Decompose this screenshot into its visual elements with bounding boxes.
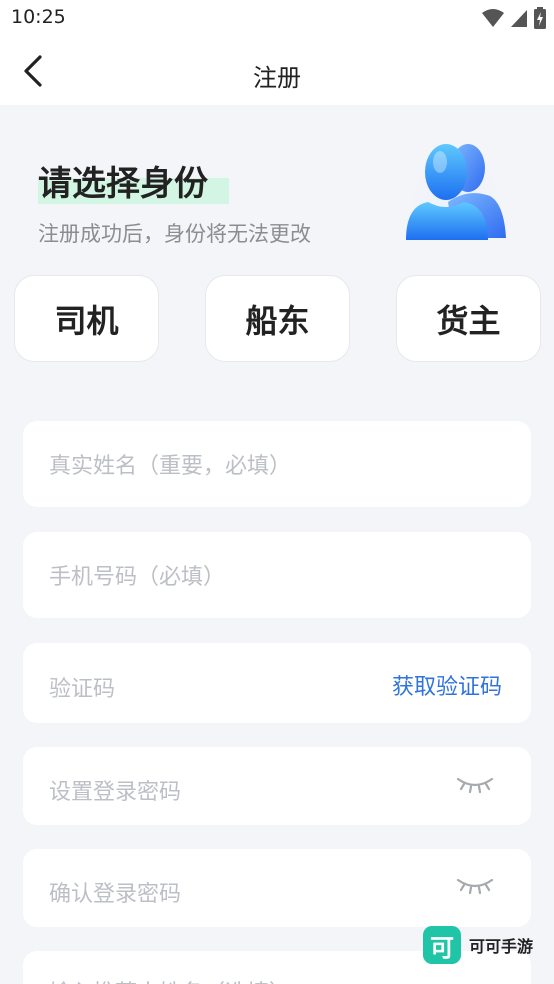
nav-bar: 注册 (0, 38, 554, 105)
battery-icon (534, 7, 546, 29)
confirm-password-placeholder: 确认登录密码 (49, 882, 182, 907)
phone-placeholder: 手机号码（必填） (49, 565, 226, 590)
name-field[interactable]: 真实姓名（重要，必填） (23, 421, 531, 507)
identity-heading: 请选择身份 (38, 164, 208, 204)
eye-closed-icon[interactable] (455, 875, 495, 897)
wifi-icon (482, 9, 504, 27)
user-avatar-icon (399, 144, 511, 248)
watermark: 可 可可手游 (423, 926, 533, 964)
confirm-password-field[interactable]: 确认登录密码 (23, 849, 531, 927)
identity-subtitle: 注册成功后，身份将无法更改 (38, 222, 311, 246)
watermark-logo: 可 (423, 926, 461, 964)
watermark-text: 可可手游 (469, 937, 534, 956)
referrer-placeholder: 输入推荐人姓名（选填） (49, 975, 291, 984)
status-icons (482, 7, 546, 29)
role-driver-button[interactable]: 司机 (14, 275, 159, 362)
name-placeholder: 真实姓名（重要，必填） (49, 454, 292, 479)
phone-field[interactable]: 手机号码（必填） (23, 532, 531, 618)
eye-closed-icon[interactable] (455, 774, 495, 796)
code-placeholder: 验证码 (49, 677, 116, 702)
role-cargo-owner-button[interactable]: 货主 (396, 275, 541, 362)
status-time: 10:25 (11, 6, 66, 28)
page-title: 注册 (253, 64, 301, 92)
signal-icon (511, 10, 527, 27)
status-bar: 10:25 (0, 0, 554, 38)
get-code-button[interactable]: 获取验证码 (392, 669, 502, 701)
code-field[interactable]: 验证码 获取验证码 (23, 643, 531, 723)
password-placeholder: 设置登录密码 (49, 780, 182, 805)
role-shipowner-button[interactable]: 船东 (205, 275, 350, 362)
password-field[interactable]: 设置登录密码 (23, 747, 531, 825)
